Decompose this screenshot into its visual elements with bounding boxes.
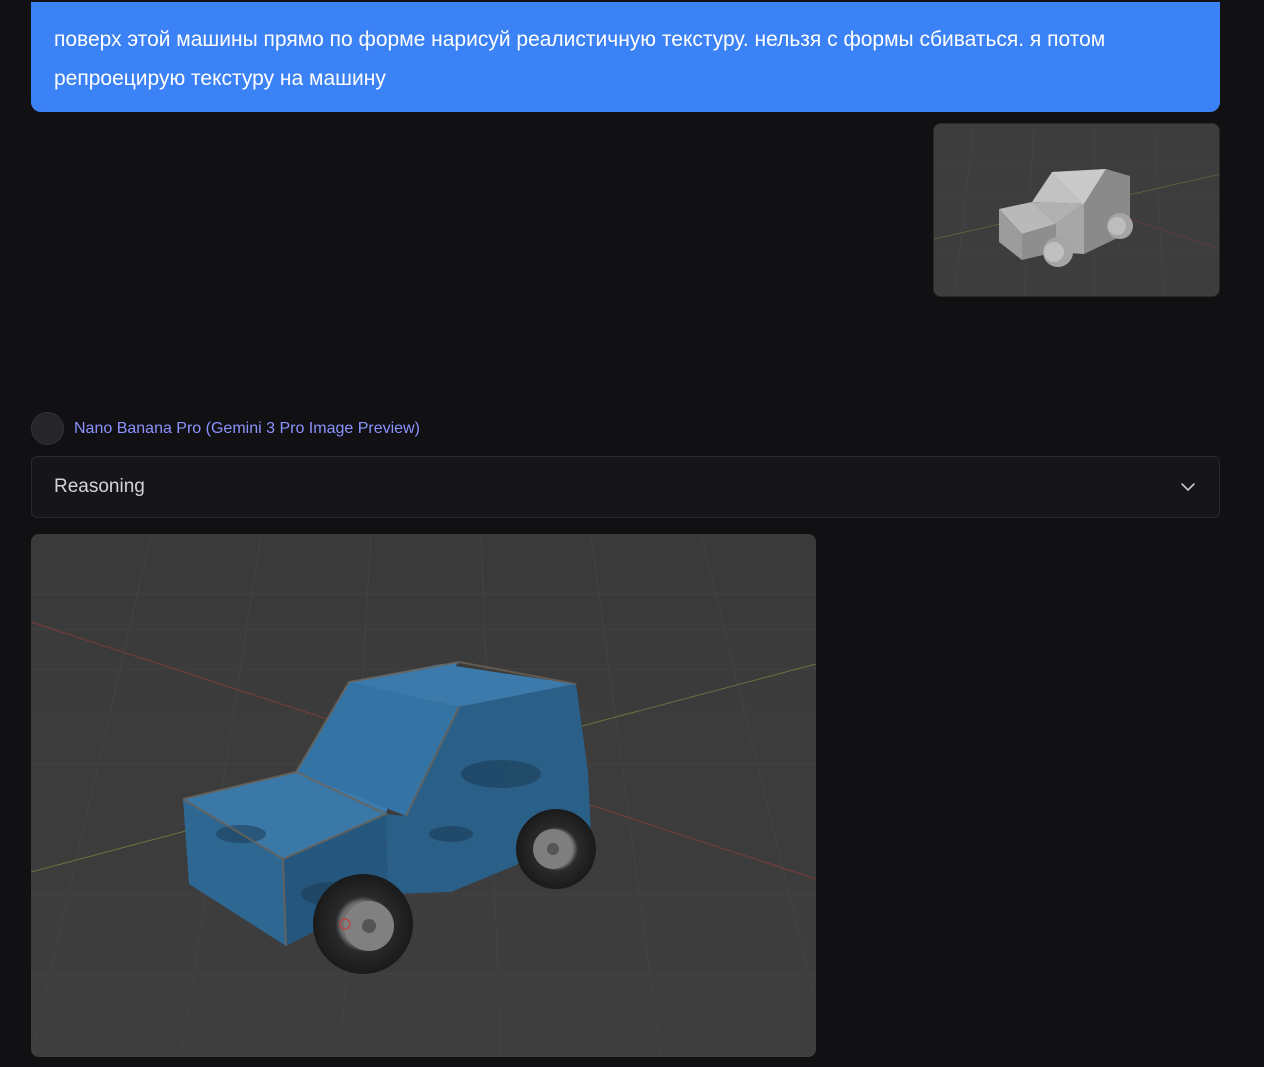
reasoning-toggle[interactable]: Reasoning xyxy=(31,456,1220,518)
user-attachment-image[interactable] xyxy=(933,123,1220,297)
grey-box-car-3d-render-icon xyxy=(934,124,1219,296)
chevron-down-icon[interactable] xyxy=(1179,478,1197,496)
user-message-bubble: поверх этой машины прямо по форме нарису… xyxy=(31,2,1220,112)
assistant-header: Nano Banana Pro (Gemini 3 Pro Image Prev… xyxy=(31,412,420,445)
user-message-text: поверх этой машины прямо по форме нарису… xyxy=(54,28,1106,90)
blue-textured-car-render-icon xyxy=(31,534,816,1057)
chat-page: поверх этой машины прямо по форме нарису… xyxy=(0,0,1264,1067)
reasoning-label: Reasoning xyxy=(54,476,145,497)
model-name[interactable]: Nano Banana Pro (Gemini 3 Pro Image Prev… xyxy=(74,420,420,438)
model-avatar xyxy=(31,412,64,445)
generated-image[interactable] xyxy=(31,534,816,1057)
